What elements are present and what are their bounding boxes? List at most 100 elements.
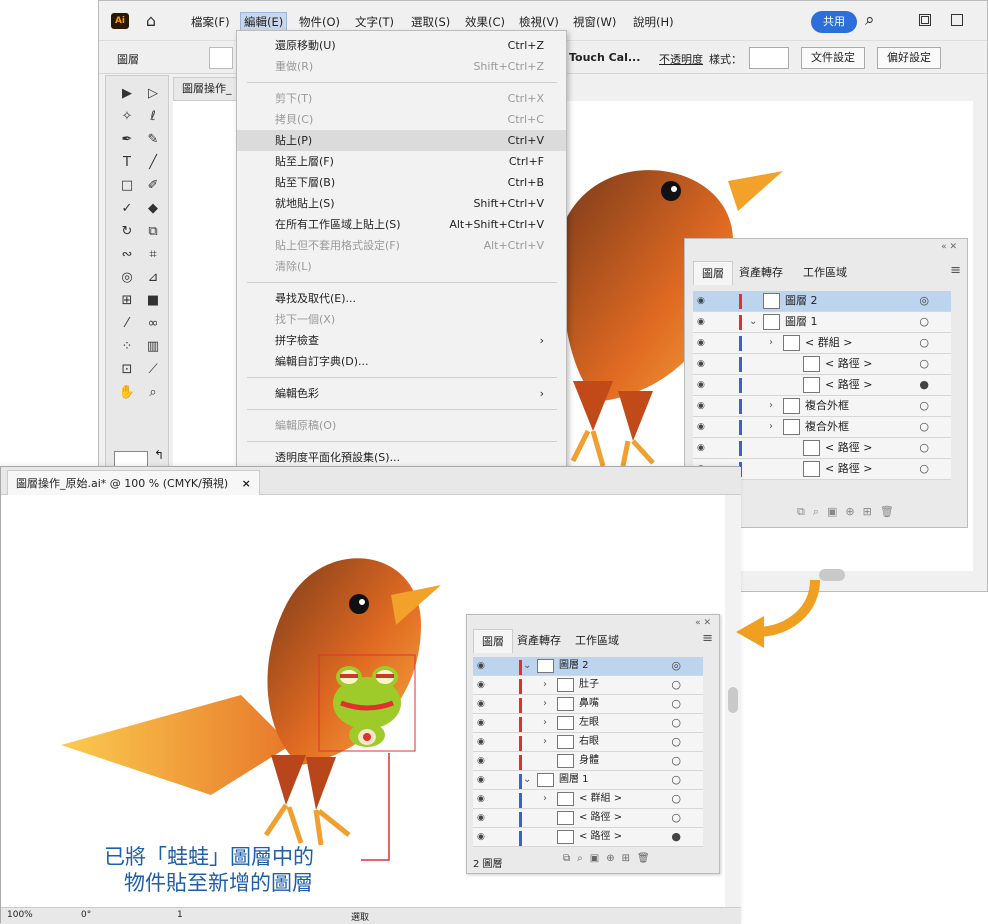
artboard-tool-icon[interactable]: ⊡ bbox=[116, 360, 138, 380]
expand-chevron-icon[interactable]: ⌄ bbox=[523, 771, 531, 789]
visibility-eye-icon[interactable]: ◉ bbox=[697, 438, 713, 458]
rotate-tool-icon[interactable]: ↻ bbox=[116, 222, 138, 242]
target-circle-icon[interactable]: ○ bbox=[919, 354, 929, 374]
visibility-eye-icon[interactable]: ◉ bbox=[477, 809, 493, 827]
panel-menu-icon[interactable]: ≡ bbox=[950, 263, 961, 278]
visibility-eye-icon[interactable]: ◉ bbox=[697, 417, 713, 437]
swap-colors-icon[interactable]: ↰ bbox=[154, 448, 164, 462]
rotation-angle[interactable]: 0° bbox=[81, 910, 91, 920]
front-vscroll-thumb[interactable] bbox=[728, 687, 738, 713]
warp-tool-icon[interactable]: ∾ bbox=[116, 245, 138, 265]
eraser-tool-icon[interactable]: ◆ bbox=[142, 199, 164, 219]
layer-row[interactable]: ◉ › 右眼 ○ bbox=[473, 733, 703, 752]
visibility-eye-icon[interactable]: ◉ bbox=[477, 657, 493, 675]
target-circle-icon[interactable]: ● bbox=[919, 375, 929, 395]
visibility-eye-icon[interactable]: ◉ bbox=[477, 695, 493, 713]
collapse-panel-icon[interactable]: « ✕ bbox=[695, 618, 711, 628]
menu-type[interactable]: 文字(T) bbox=[355, 14, 394, 30]
back-vertical-scrollbar[interactable] bbox=[973, 101, 987, 571]
edit-menu-item[interactable]: 剪下(T) Ctrl+X bbox=[237, 88, 566, 109]
target-circle-icon[interactable]: ○ bbox=[919, 312, 929, 332]
tab-layers[interactable]: 圖層 bbox=[693, 261, 733, 285]
layer-row[interactable]: ◉ ⌄ 圖層 1 ○ bbox=[693, 312, 951, 333]
expand-chevron-icon[interactable]: › bbox=[769, 417, 773, 437]
expand-chevron-icon[interactable]: ⌄ bbox=[749, 312, 757, 332]
layer-row[interactable]: ◉ › < 群組 > ○ bbox=[473, 790, 703, 809]
edit-menu-item[interactable]: 尋找及取代(E)... bbox=[237, 288, 566, 309]
column-graph-tool-icon[interactable]: ▥ bbox=[142, 337, 164, 357]
shaper-tool-icon[interactable]: ✓ bbox=[116, 199, 138, 219]
hand-tool-icon[interactable]: ✋ bbox=[116, 383, 138, 403]
scale-tool-icon[interactable]: ⧉ bbox=[142, 222, 164, 242]
layer-row[interactable]: ◉ › 複合外框 ○ bbox=[693, 417, 951, 438]
visibility-eye-icon[interactable]: ◉ bbox=[697, 354, 713, 374]
target-circle-icon[interactable]: ○ bbox=[671, 676, 681, 694]
edit-menu-item[interactable]: 拷貝(C) Ctrl+C bbox=[237, 109, 566, 130]
layer-row[interactable]: ◉ › 複合外框 ○ bbox=[693, 396, 951, 417]
target-circle-icon[interactable]: ○ bbox=[671, 733, 681, 751]
blend-tool-icon[interactable]: ∞ bbox=[142, 314, 164, 334]
menu-effect[interactable]: 效果(C) bbox=[465, 14, 505, 30]
zoom-level[interactable]: 100% bbox=[7, 910, 33, 920]
visibility-eye-icon[interactable]: ◉ bbox=[697, 396, 713, 416]
collapse-panel-icon[interactable]: « ✕ bbox=[941, 242, 957, 252]
edit-menu-item[interactable]: 編輯色彩 › bbox=[237, 383, 566, 404]
pen-tool-icon[interactable]: ✒ bbox=[116, 130, 138, 150]
layer-row[interactable]: ◉ < 路徑 > ● bbox=[693, 375, 951, 396]
target-circle-icon[interactable]: ○ bbox=[671, 771, 681, 789]
free-transform-tool-icon[interactable]: ⌗ bbox=[142, 245, 164, 265]
expand-chevron-icon[interactable]: › bbox=[543, 790, 547, 808]
symbol-sprayer-tool-icon[interactable]: ⁘ bbox=[116, 337, 138, 357]
line-tool-icon[interactable]: ╱ bbox=[142, 153, 164, 173]
target-circle-icon[interactable]: ○ bbox=[919, 459, 929, 479]
edit-menu-item[interactable]: 貼上但不套用格式設定(F) Alt+Ctrl+V bbox=[237, 235, 566, 256]
visibility-eye-icon[interactable]: ◉ bbox=[697, 333, 713, 353]
edit-menu-item[interactable]: 在所有工作區域上貼上(S) Alt+Shift+Ctrl+V bbox=[237, 214, 566, 235]
layer-row[interactable]: ◉ < 路徑 > ○ bbox=[473, 809, 703, 828]
layer-row[interactable]: ◉ › 肚子 ○ bbox=[473, 676, 703, 695]
perspective-grid-tool-icon[interactable]: ⊿ bbox=[142, 268, 164, 288]
edit-menu-item[interactable]: 清除(L) bbox=[237, 256, 566, 277]
expand-chevron-icon[interactable]: ⌄ bbox=[523, 657, 531, 675]
fill-swatch[interactable] bbox=[209, 47, 233, 69]
tab-layers[interactable]: 圖層 bbox=[473, 629, 513, 653]
layer-row[interactable]: ◉ < 路徑 > ○ bbox=[693, 438, 951, 459]
type-tool-icon[interactable]: T bbox=[116, 153, 138, 173]
visibility-eye-icon[interactable]: ◉ bbox=[477, 752, 493, 770]
menu-window[interactable]: 視窗(W) bbox=[573, 14, 616, 30]
edit-menu-item[interactable]: 編輯原稿(O) bbox=[237, 415, 566, 436]
edit-menu-item[interactable]: 還原移動(U) Ctrl+Z bbox=[237, 35, 566, 56]
selection-tool-icon[interactable]: ▶ bbox=[116, 84, 138, 104]
edit-menu-item[interactable]: 重做(R) Shift+Ctrl+Z bbox=[237, 56, 566, 77]
edit-menu-item[interactable]: 找下一個(X) bbox=[237, 309, 566, 330]
curvature-tool-icon[interactable]: ✎ bbox=[142, 130, 164, 150]
layer-row[interactable]: ◉ ⌄ 圖層 1 ○ bbox=[473, 771, 703, 790]
direct-selection-tool-icon[interactable]: ▷ bbox=[142, 84, 164, 104]
edit-menu-item[interactable]: 就地貼上(S) Shift+Ctrl+V bbox=[237, 193, 566, 214]
target-circle-icon[interactable]: ○ bbox=[671, 695, 681, 713]
menu-file[interactable]: 檔案(F) bbox=[191, 14, 230, 30]
touch-calligraphy-select[interactable]: Touch Cal... bbox=[569, 51, 640, 64]
target-circle-icon[interactable]: ● bbox=[671, 828, 681, 846]
share-button[interactable]: 共用 bbox=[811, 11, 857, 33]
document-setup-button[interactable]: 文件設定 bbox=[801, 47, 865, 69]
expand-chevron-icon[interactable]: › bbox=[543, 714, 547, 732]
zoom-tool-icon[interactable]: ⌕ bbox=[142, 383, 164, 403]
visibility-eye-icon[interactable]: ◉ bbox=[697, 312, 713, 332]
expand-chevron-icon[interactable]: › bbox=[769, 333, 773, 353]
workspace-icon[interactable] bbox=[919, 14, 931, 26]
tab-asset-export[interactable]: 資產轉存 bbox=[509, 629, 569, 653]
front-vertical-scrollbar[interactable] bbox=[725, 495, 741, 907]
menu-help[interactable]: 說明(H) bbox=[633, 14, 674, 30]
shape-builder-tool-icon[interactable]: ◎ bbox=[116, 268, 138, 288]
target-circle-icon[interactable]: ○ bbox=[671, 790, 681, 808]
lasso-tool-icon[interactable]: ℓ bbox=[142, 107, 164, 127]
layer-row[interactable]: ◉ < 路徑 > ○ bbox=[693, 354, 951, 375]
visibility-eye-icon[interactable]: ◉ bbox=[477, 676, 493, 694]
close-tab-icon[interactable]: × bbox=[242, 477, 251, 490]
target-circle-icon[interactable]: ◎ bbox=[671, 657, 681, 675]
target-circle-icon[interactable]: ○ bbox=[671, 809, 681, 827]
target-circle-icon[interactable]: ○ bbox=[919, 417, 929, 437]
edit-menu-item[interactable]: 貼至上層(F) Ctrl+F bbox=[237, 151, 566, 172]
search-icon[interactable]: ⌕ bbox=[865, 10, 875, 30]
